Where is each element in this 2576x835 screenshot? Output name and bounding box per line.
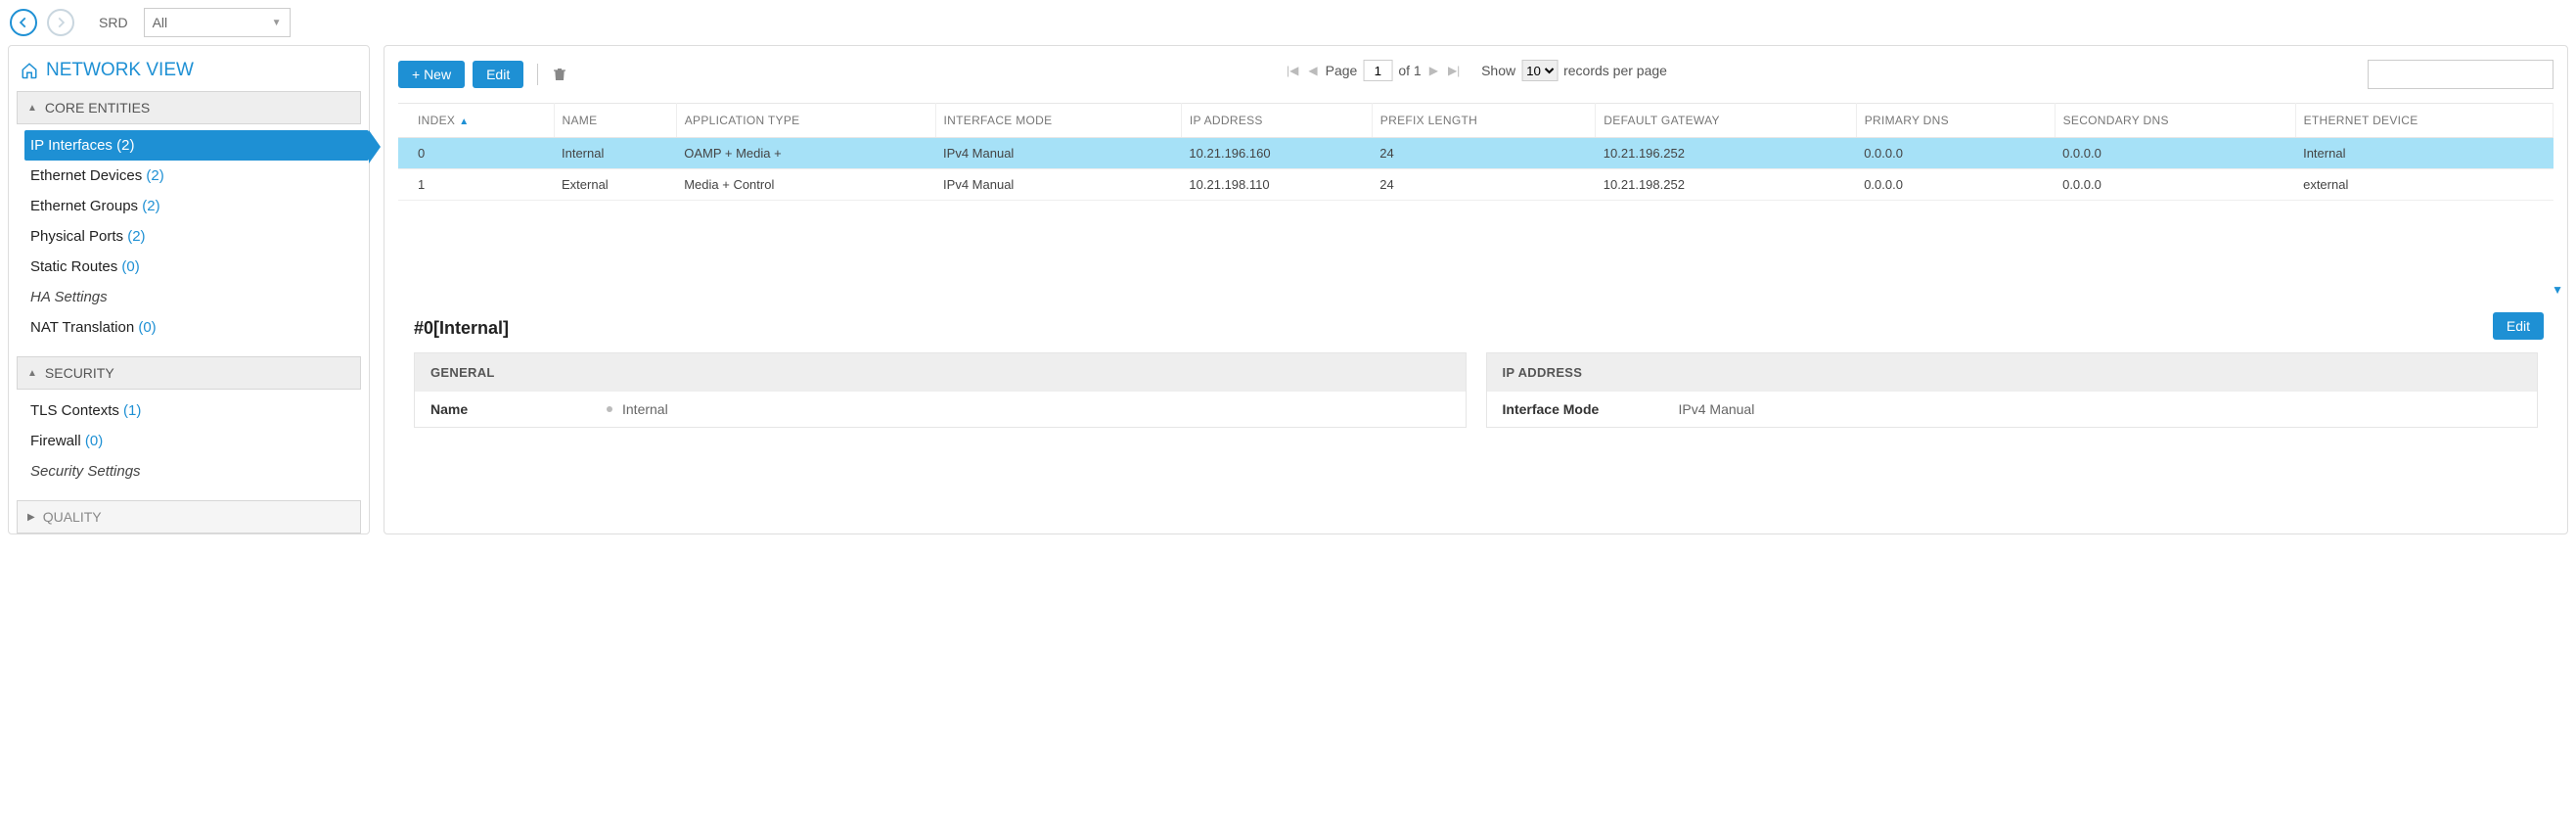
col-ip[interactable]: IP ADDRESS — [1181, 104, 1372, 138]
detail-card-header: IP ADDRESS — [1487, 353, 2538, 392]
sidebar-section-core-entities[interactable]: ▲ CORE ENTITIES — [17, 91, 361, 124]
table-row[interactable]: 1 External Media + Control IPv4 Manual 1… — [398, 169, 2553, 201]
top-bar: SRD All ▼ — [0, 0, 2576, 45]
arrow-left-icon — [17, 16, 30, 29]
page-next-icon[interactable]: ▶ — [1427, 64, 1440, 77]
col-dns2[interactable]: SECONDARY DNS — [2055, 104, 2295, 138]
bullet-icon — [607, 406, 612, 412]
new-button[interactable]: + New — [398, 61, 465, 88]
col-app-type[interactable]: APPLICATION TYPE — [676, 104, 935, 138]
col-dns1[interactable]: PRIMARY DNS — [1856, 104, 2055, 138]
page-last-icon[interactable]: ▶| — [1446, 64, 1462, 77]
nav-forward-button[interactable] — [47, 9, 74, 36]
sidebar-item-firewall[interactable]: Firewall (0) — [17, 426, 361, 456]
triangle-down-icon: ▲ — [27, 103, 37, 114]
sidebar-item-static-routes[interactable]: Static Routes (0) — [17, 252, 361, 282]
detail-title: #0[Internal] — [414, 318, 2538, 339]
detail-card-header: GENERAL — [415, 353, 1466, 392]
arrow-right-icon — [54, 16, 68, 29]
ip-interfaces-table: INDEX▲ NAME APPLICATION TYPE INTERFACE M… — [398, 103, 2553, 201]
sidebar-items-core: IP Interfaces (2) Ethernet Devices (2) E… — [17, 124, 361, 356]
pager: |◀ ◀ Page of 1 ▶ ▶| Show 10 records per … — [1285, 60, 1667, 81]
trash-icon[interactable] — [552, 66, 567, 83]
toolbar-divider — [537, 64, 538, 85]
sidebar-item-ip-interfaces[interactable]: IP Interfaces (2) — [24, 130, 369, 161]
sidebar-section-security[interactable]: ▲ SECURITY — [17, 356, 361, 390]
nav-back-button[interactable] — [10, 9, 37, 36]
sidebar-item-nat-translation[interactable]: NAT Translation (0) — [17, 312, 361, 343]
detail-card-ipaddress: IP ADDRESS Interface Mode IPv4 Manual — [1486, 352, 2539, 428]
detail-row-name: Name Internal — [430, 401, 1450, 417]
col-index[interactable]: INDEX▲ — [398, 104, 554, 138]
page-input[interactable] — [1363, 60, 1392, 81]
srd-select[interactable]: All ▼ — [144, 8, 291, 37]
triangle-down-icon: ▲ — [27, 368, 37, 379]
sidebar-items-security: TLS Contexts (1) Firewall (0) Security S… — [17, 390, 361, 500]
col-if-mode[interactable]: INTERFACE MODE — [935, 104, 1181, 138]
page-of-label: of 1 — [1398, 63, 1421, 78]
search-input[interactable] — [2374, 68, 2547, 82]
col-ethdev[interactable]: ETHERNET DEVICE — [2295, 104, 2553, 138]
records-label: records per page — [1563, 63, 1667, 78]
sidebar-item-physical-ports[interactable]: Physical Ports (2) — [17, 221, 361, 252]
show-select[interactable]: 10 — [1521, 60, 1558, 81]
detail-row-interface-mode: Interface Mode IPv4 Manual — [1503, 401, 2522, 417]
sort-asc-icon: ▲ — [459, 116, 469, 127]
collapse-detail-icon[interactable]: ▼ — [2552, 283, 2563, 297]
edit-button[interactable]: Edit — [473, 61, 523, 88]
srd-select-value: All — [153, 15, 168, 30]
sidebar-item-ethernet-devices[interactable]: Ethernet Devices (2) — [17, 161, 361, 191]
show-label: Show — [1481, 63, 1515, 78]
sidebar-item-tls-contexts[interactable]: TLS Contexts (1) — [17, 395, 361, 426]
page-first-icon[interactable]: |◀ — [1285, 64, 1300, 77]
caret-down-icon: ▼ — [272, 18, 282, 28]
search-box[interactable] — [2368, 60, 2553, 89]
sidebar-item-security-settings[interactable]: Security Settings — [17, 456, 361, 487]
sidebar-title[interactable]: NETWORK VIEW — [17, 56, 361, 91]
sidebar-item-ethernet-groups[interactable]: Ethernet Groups (2) — [17, 191, 361, 221]
col-prefix[interactable]: PREFIX LENGTH — [1372, 104, 1596, 138]
page-prev-icon[interactable]: ◀ — [1306, 64, 1319, 77]
detail-card-general: GENERAL Name Internal — [414, 352, 1467, 428]
table-header-row: INDEX▲ NAME APPLICATION TYPE INTERFACE M… — [398, 104, 2553, 138]
table-row[interactable]: 0 Internal OAMP + Media + IPv4 Manual 10… — [398, 138, 2553, 169]
col-name[interactable]: NAME — [554, 104, 676, 138]
page-label: Page — [1326, 63, 1358, 78]
sidebar-section-quality[interactable]: ▶ QUALITY — [17, 500, 361, 533]
home-icon — [21, 62, 38, 79]
sidebar: NETWORK VIEW ▲ CORE ENTITIES IP Interfac… — [8, 45, 370, 534]
triangle-right-icon: ▶ — [27, 512, 35, 523]
detail-edit-button[interactable]: Edit — [2493, 312, 2544, 340]
detail-panel: ▼ #0[Internal] Edit GENERAL Name Interna… — [398, 318, 2553, 428]
sidebar-item-ha-settings[interactable]: HA Settings — [17, 282, 361, 312]
srd-label: SRD — [99, 15, 128, 30]
col-gateway[interactable]: DEFAULT GATEWAY — [1596, 104, 1856, 138]
toolbar: + New Edit |◀ ◀ Page of 1 ▶ ▶| Show 10 r… — [398, 60, 2553, 89]
content-panel: + New Edit |◀ ◀ Page of 1 ▶ ▶| Show 10 r… — [384, 45, 2568, 534]
